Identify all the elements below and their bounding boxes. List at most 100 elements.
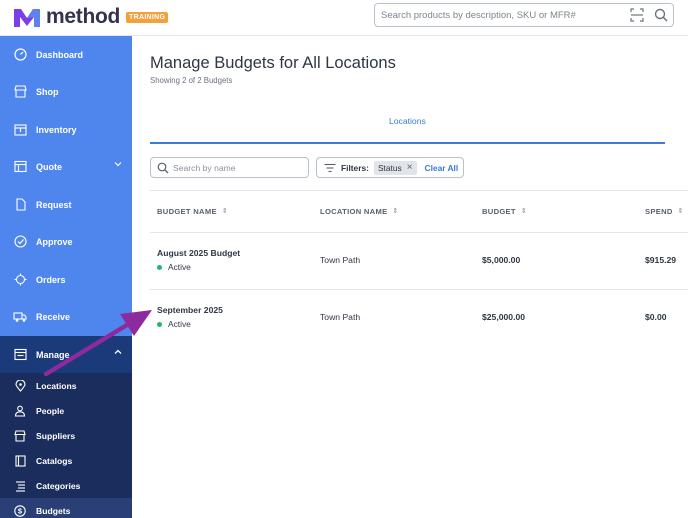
people-icon: [14, 405, 26, 417]
clear-all-button[interactable]: Clear All: [425, 163, 459, 173]
status-dot: [157, 321, 162, 327]
status-dot: [157, 264, 162, 270]
status-badge: Active: [157, 262, 191, 272]
submenu-item-label: Locations: [36, 380, 77, 391]
method-logo[interactable]: method TRAINING: [12, 5, 169, 29]
sidebar-item-request[interactable]: Request: [0, 186, 132, 223]
tab-underline: [150, 142, 665, 144]
submenu-item-label: Suppliers: [36, 430, 76, 441]
submenu-item-label: Categories: [36, 480, 81, 491]
column-header-spend[interactable]: SPEND ⇕: [645, 207, 684, 216]
close-icon[interactable]: ×: [407, 162, 413, 172]
column-header-label: SPEND: [645, 207, 673, 216]
sidebar-item-quote[interactable]: Quote: [0, 148, 132, 185]
results-count: Showing 2 of 2 Budgets: [150, 76, 233, 85]
svg-text:$: $: [18, 506, 23, 515]
status-label: Active: [168, 262, 191, 272]
book-icon: [14, 454, 26, 467]
sort-icon[interactable]: ⇕: [521, 208, 527, 215]
submenu-item-label: Budgets: [36, 505, 71, 516]
sidebar-item-dashboard[interactable]: Dashboard: [0, 36, 132, 73]
sidebar-item-label: Approve: [36, 236, 73, 247]
sidebar-item-orders[interactable]: Orders: [0, 261, 132, 298]
shop-icon: [13, 85, 27, 99]
name-search-input[interactable]: [173, 161, 303, 175]
suppliers-icon: [14, 429, 26, 442]
location-name-cell: Town Path: [320, 255, 361, 265]
dollar-icon: $: [14, 504, 26, 517]
sidebar-item-label: Quote: [36, 161, 62, 172]
column-header-budget[interactable]: BUDGET ⇕: [482, 207, 527, 216]
orders-icon: [13, 273, 27, 287]
search-icon: [157, 162, 169, 174]
sidebar-item-label: Request: [36, 199, 72, 210]
budget-amount-cell: $5,000.00: [482, 255, 521, 265]
sidebar-item-label: Orders: [36, 274, 66, 285]
sidebar-item-inventory[interactable]: Inventory: [0, 111, 132, 148]
sidebar-item-manage[interactable]: Manage: [0, 336, 132, 373]
sort-icon[interactable]: ⇕: [678, 208, 684, 215]
sidebar-item-receive[interactable]: Receive: [0, 298, 132, 335]
status-filter-chip[interactable]: Status ×: [373, 160, 417, 175]
product-search-input[interactable]: [381, 7, 621, 23]
status-label: Active: [168, 319, 191, 329]
column-header-budget-name[interactable]: BUDGET NAME ⇕: [157, 207, 228, 216]
row-divider: [150, 232, 688, 233]
search-icon[interactable]: [654, 8, 668, 22]
column-header-label: LOCATION NAME: [320, 207, 388, 216]
submenu-item-catalogs[interactable]: Catalogs: [0, 448, 132, 473]
truck-icon: [13, 310, 27, 324]
budget-amount-cell: $25,000.00: [482, 312, 526, 322]
filters-label: Filters:: [341, 162, 369, 173]
submenu-item-suppliers[interactable]: Suppliers: [0, 423, 132, 448]
sidebar-item-approve[interactable]: Approve: [0, 223, 132, 260]
method-logo-icon: [14, 9, 40, 27]
submenu-item-locations[interactable]: Locations: [0, 373, 132, 398]
submenu-item-budgets[interactable]: $ Budgets: [0, 498, 132, 518]
filters-bar[interactable]: Filters: Status × Clear All: [316, 157, 464, 178]
chevron-down-icon[interactable]: [114, 161, 122, 167]
chip-label: Status: [377, 162, 402, 173]
sidebar-item-label: Dashboard: [36, 49, 84, 60]
budget-name-cell[interactable]: September 2025: [157, 305, 223, 315]
categories-icon: [14, 480, 26, 492]
spend-amount-cell: $915.29: [645, 255, 677, 265]
column-header-label: BUDGET NAME: [157, 207, 217, 216]
check-circle-icon: [13, 235, 27, 249]
chevron-up-icon[interactable]: [114, 349, 122, 355]
tab-locations[interactable]: Locations: [389, 116, 426, 126]
sort-icon[interactable]: ⇕: [392, 208, 398, 215]
sidebar-item-shop[interactable]: Shop: [0, 73, 132, 110]
name-search-box[interactable]: [150, 157, 309, 178]
manage-icon: [13, 348, 27, 362]
sidebar-item-label: Inventory: [36, 124, 77, 135]
inventory-icon: [13, 123, 27, 137]
column-header-location-name[interactable]: LOCATION NAME ⇕: [320, 207, 399, 216]
map-pin-icon: [14, 379, 26, 392]
quote-icon: [13, 160, 27, 174]
sort-icon[interactable]: ⇕: [222, 208, 228, 215]
row-divider: [150, 289, 688, 290]
sidebar: Dashboard Shop Inventory Quote Request A…: [0, 36, 132, 518]
sidebar-item-label: Shop: [36, 86, 59, 97]
filter-icon: [324, 163, 336, 173]
sidebar-item-label: Receive: [36, 311, 71, 322]
spend-amount-cell: $0.00: [645, 312, 667, 322]
top-bar: method TRAINING: [0, 0, 688, 36]
column-header-label: BUDGET: [482, 207, 516, 216]
product-search-box[interactable]: [374, 3, 674, 27]
page-title: Manage Budgets for All Locations: [150, 54, 396, 72]
main-content: Manage Budgets for All Locations Showing…: [132, 36, 688, 518]
manage-submenu: Locations People Suppliers Catalogs Cate…: [0, 373, 132, 518]
budget-name-cell[interactable]: August 2025 Budget: [157, 248, 240, 258]
submenu-item-people[interactable]: People: [0, 398, 132, 423]
submenu-item-categories[interactable]: Categories: [0, 473, 132, 498]
barcode-scan-icon[interactable]: [630, 8, 644, 22]
table-divider: [150, 190, 688, 191]
status-badge: Active: [157, 319, 191, 329]
document-icon: [13, 198, 27, 212]
submenu-item-label: People: [36, 405, 65, 416]
sidebar-item-label: Manage: [36, 349, 70, 360]
app-name: method: [46, 5, 121, 28]
submenu-item-label: Catalogs: [36, 455, 73, 466]
